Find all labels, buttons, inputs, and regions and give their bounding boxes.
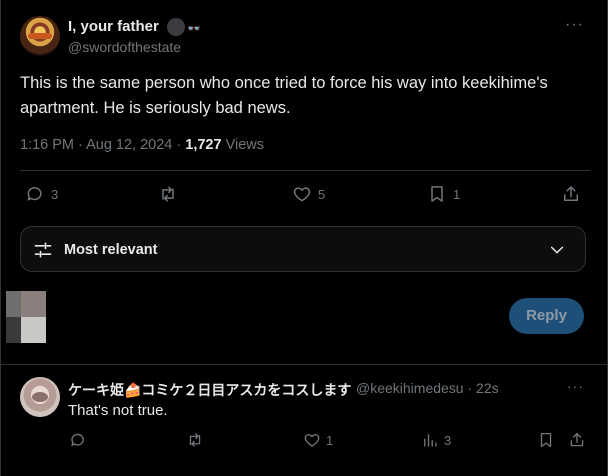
reply-reply-button[interactable] bbox=[69, 431, 92, 449]
heart-icon bbox=[293, 187, 311, 202]
chevron-down-icon bbox=[550, 246, 564, 254]
reply-icon bbox=[71, 433, 84, 446]
author-display-name[interactable]: I, your father bbox=[68, 18, 159, 35]
reply-like-count: 1 bbox=[326, 432, 334, 448]
share-icon bbox=[564, 186, 578, 201]
heart-icon bbox=[304, 434, 320, 447]
reply-retweet-button[interactable] bbox=[186, 431, 209, 449]
bookmark-icon bbox=[431, 186, 443, 202]
divider bbox=[1, 364, 608, 365]
retweet-icon bbox=[189, 433, 201, 447]
reply-more-options-icon[interactable]: ··· bbox=[567, 378, 584, 394]
tweet-meta: 1:16 PM · Aug 12, 2024 · 1,727 Views bbox=[20, 137, 264, 153]
tweet-text: This is the same person who once tried t… bbox=[20, 74, 548, 117]
tweet-detail-panel: I, your father 👓 @swordofthestate ··· Th… bbox=[0, 0, 608, 476]
author-avatar[interactable] bbox=[20, 16, 60, 56]
reply-views-button[interactable]: 3 bbox=[421, 431, 451, 449]
reply-author-handle[interactable]: @keekihimedesu · 22s bbox=[356, 380, 499, 396]
share-icon bbox=[570, 432, 584, 447]
reply-author-avatar[interactable] bbox=[20, 377, 60, 417]
reply-icon bbox=[27, 187, 42, 201]
reply-share-button[interactable] bbox=[568, 431, 586, 449]
more-options-icon[interactable]: ··· bbox=[565, 16, 584, 34]
profile-badge-icon bbox=[167, 18, 185, 36]
reply-bookmark-button[interactable] bbox=[537, 431, 555, 449]
retweet-action-button[interactable] bbox=[158, 184, 184, 204]
author-handle[interactable]: @swordofthestate bbox=[68, 39, 181, 55]
reply-action-button[interactable]: 3 bbox=[25, 184, 58, 204]
reply-sort-dropdown[interactable]: Most relevant bbox=[20, 226, 586, 272]
reply-author-display-name[interactable]: ケーキ姫🍰コミケ２日目アスカをコスします bbox=[68, 380, 351, 400]
views-chart-icon bbox=[424, 434, 437, 447]
bookmark-action-button[interactable]: 1 bbox=[427, 184, 460, 204]
reply-like-button[interactable]: 1 bbox=[303, 431, 333, 449]
like-count: 5 bbox=[318, 186, 326, 202]
composer-avatar bbox=[6, 291, 46, 343]
reply-text: That's not true. bbox=[68, 402, 168, 419]
reply-count: 3 bbox=[51, 186, 59, 202]
views-label: Views bbox=[221, 137, 264, 153]
divider bbox=[20, 170, 590, 171]
like-action-button[interactable]: 5 bbox=[292, 184, 325, 204]
views-count: 1,727 bbox=[185, 137, 222, 153]
tweet-timestamp[interactable]: 1:16 PM · Aug 12, 2024 · bbox=[20, 137, 185, 153]
glasses-emoji: 👓 bbox=[187, 23, 201, 35]
bookmark-count: 1 bbox=[453, 186, 461, 202]
share-action-button[interactable] bbox=[561, 184, 581, 204]
reply-views-count: 3 bbox=[444, 432, 452, 448]
tune-icon bbox=[34, 242, 52, 258]
bookmark-icon bbox=[540, 432, 552, 448]
reply-button[interactable]: Reply bbox=[509, 298, 584, 334]
sort-label: Most relevant bbox=[64, 242, 158, 258]
retweet-icon bbox=[162, 186, 174, 202]
